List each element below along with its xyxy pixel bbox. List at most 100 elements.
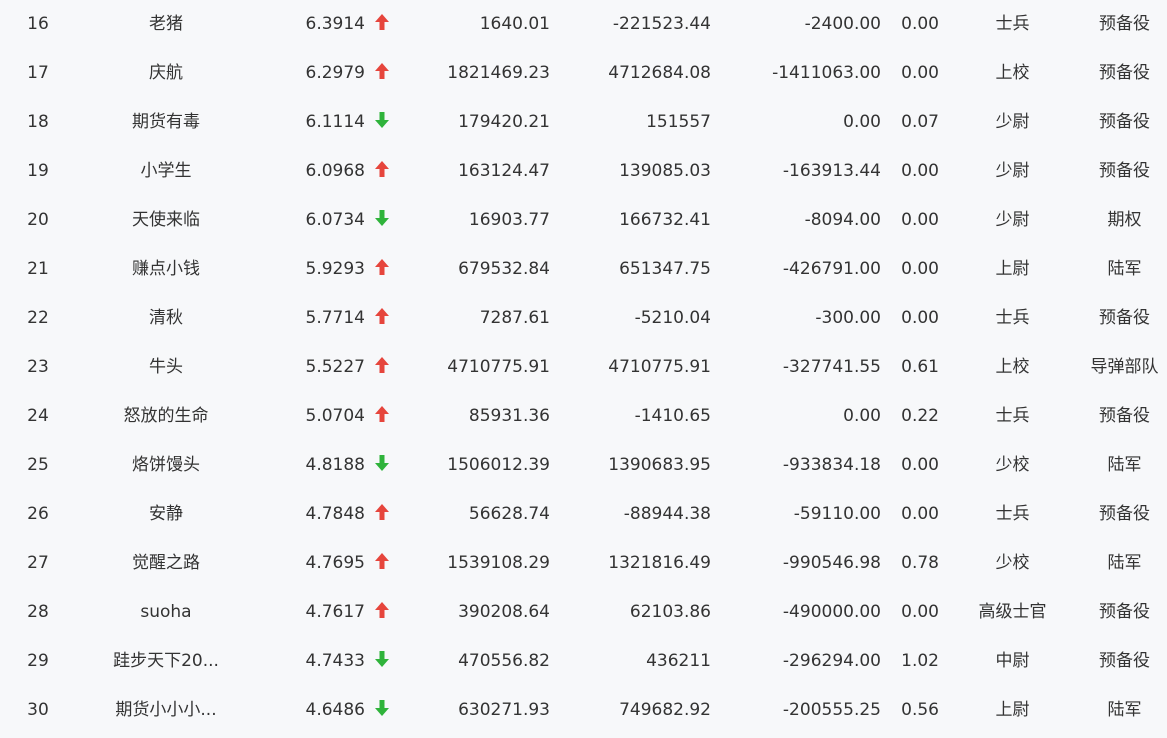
rank-cell: 17 <box>27 63 49 83</box>
value1-cell: 390208.64 <box>458 602 550 622</box>
arrow-up-icon <box>374 160 390 178</box>
trend-cell <box>372 49 392 98</box>
name-cell: 小学生 <box>140 161 192 181</box>
trend-cell <box>372 294 392 343</box>
military-rank-cell: 士兵 <box>995 406 1030 426</box>
value2-cell: -88944.38 <box>623 504 711 524</box>
value2-cell: -1410.65 <box>634 406 711 426</box>
name-cell: 期货小小小... <box>115 700 217 720</box>
value1-cell: 1506012.39 <box>447 455 550 475</box>
name-cell: 牛头 <box>149 357 183 377</box>
unit-cell: 预备役 <box>1099 651 1150 671</box>
value3-cell: -300.00 <box>815 308 881 328</box>
value4-cell: 0.00 <box>901 259 939 279</box>
trend-cell <box>372 147 392 196</box>
value4-cell: 1.02 <box>901 651 939 671</box>
military-rank-cell: 士兵 <box>995 308 1030 328</box>
value3-cell: -8094.00 <box>804 210 881 230</box>
trend-cell <box>372 539 392 588</box>
table-row[interactable]: 30 期货小小小... 4.6486 630271.93 749682.92 -… <box>0 686 1167 735</box>
rank-cell: 29 <box>27 651 49 671</box>
score-cell: 6.0968 <box>305 161 365 181</box>
arrow-up-icon <box>374 356 390 374</box>
arrow-down-icon <box>374 650 390 668</box>
military-rank-cell: 少尉 <box>995 112 1030 132</box>
value3-cell: -200555.25 <box>782 700 881 720</box>
military-rank-cell: 士兵 <box>995 504 1030 524</box>
value4-cell: 0.00 <box>901 455 939 475</box>
value2-cell: 166732.41 <box>619 210 711 230</box>
rank-cell: 20 <box>27 210 49 230</box>
table-row[interactable]: 23 牛头 5.5227 4710775.91 4710775.91 -3277… <box>0 343 1167 392</box>
trend-cell <box>372 98 392 147</box>
unit-cell: 陆军 <box>1107 553 1142 573</box>
trend-cell <box>372 343 392 392</box>
score-cell: 5.0704 <box>305 406 365 426</box>
value3-cell: -426791.00 <box>782 259 881 279</box>
table-row[interactable]: 29 跬步天下20... 4.7433 470556.82 436211 -29… <box>0 637 1167 686</box>
arrow-up-icon <box>374 552 390 570</box>
arrow-down-icon <box>374 699 390 717</box>
score-cell: 4.7695 <box>305 553 365 573</box>
value2-cell: 749682.92 <box>619 700 711 720</box>
unit-cell: 预备役 <box>1099 161 1150 181</box>
value2-cell: -221523.44 <box>612 14 711 34</box>
arrow-down-icon <box>374 209 390 227</box>
value1-cell: 56628.74 <box>468 504 550 524</box>
value4-cell: 0.07 <box>901 112 939 132</box>
value1-cell: 16903.77 <box>468 210 550 230</box>
table-row[interactable]: 28 suoha 4.7617 390208.64 62103.86 -4900… <box>0 588 1167 637</box>
score-cell: 5.5227 <box>305 357 365 377</box>
military-rank-cell: 上校 <box>995 63 1030 83</box>
value3-cell: -296294.00 <box>782 651 881 671</box>
value3-cell: -2400.00 <box>804 14 881 34</box>
military-rank-cell: 上校 <box>995 357 1030 377</box>
arrow-up-icon <box>374 307 390 325</box>
table-row[interactable]: 17 庆航 6.2979 1821469.23 4712684.08 -1411… <box>0 49 1167 98</box>
table-row[interactable]: 21 赚点小钱 5.9293 679532.84 651347.75 -4267… <box>0 245 1167 294</box>
table-row[interactable]: 26 安静 4.7848 56628.74 -88944.38 -59110.0… <box>0 490 1167 539</box>
value4-cell: 0.56 <box>901 700 939 720</box>
table-row[interactable]: 20 天使来临 6.0734 16903.77 166732.41 -8094.… <box>0 196 1167 245</box>
value4-cell: 0.00 <box>901 504 939 524</box>
military-rank-cell: 中尉 <box>995 651 1030 671</box>
value4-cell: 0.00 <box>901 308 939 328</box>
rank-cell: 30 <box>27 700 49 720</box>
table-row[interactable]: 18 期货有毒 6.1114 179420.21 151557 0.00 0.0… <box>0 98 1167 147</box>
table-row[interactable]: 19 小学生 6.0968 163124.47 139085.03 -16391… <box>0 147 1167 196</box>
arrow-up-icon <box>374 601 390 619</box>
table-row[interactable]: 16 老猪 6.3914 1640.01 -221523.44 -2400.00… <box>0 0 1167 49</box>
value3-cell: 0.00 <box>843 112 881 132</box>
unit-cell: 陆军 <box>1107 700 1142 720</box>
score-cell: 4.8188 <box>305 455 365 475</box>
value1-cell: 163124.47 <box>458 161 550 181</box>
unit-cell: 陆军 <box>1107 455 1142 475</box>
value4-cell: 0.00 <box>901 14 939 34</box>
score-cell: 6.1114 <box>305 112 365 132</box>
value3-cell: -990546.98 <box>782 553 881 573</box>
name-cell: 天使来临 <box>132 210 200 230</box>
value2-cell: 651347.75 <box>619 259 711 279</box>
value1-cell: 7287.61 <box>479 308 550 328</box>
name-cell: 清秋 <box>149 308 183 328</box>
unit-cell: 预备役 <box>1099 406 1150 426</box>
value1-cell: 679532.84 <box>458 259 550 279</box>
value4-cell: 0.61 <box>901 357 939 377</box>
value2-cell: 1390683.95 <box>608 455 711 475</box>
table-row[interactable]: 22 清秋 5.7714 7287.61 -5210.04 -300.00 0.… <box>0 294 1167 343</box>
trend-cell <box>372 490 392 539</box>
value1-cell: 1821469.23 <box>447 63 550 83</box>
unit-cell: 预备役 <box>1099 308 1150 328</box>
table-row[interactable]: 25 烙饼馒头 4.8188 1506012.39 1390683.95 -93… <box>0 441 1167 490</box>
arrow-up-icon <box>374 503 390 521</box>
value2-cell: 436211 <box>646 651 711 671</box>
name-cell: 怒放的生命 <box>123 406 209 426</box>
value3-cell: -933834.18 <box>782 455 881 475</box>
value4-cell: 0.78 <box>901 553 939 573</box>
name-cell: 庆航 <box>149 63 183 83</box>
ranking-table: 16 老猪 6.3914 1640.01 -221523.44 -2400.00… <box>0 0 1167 735</box>
table-row[interactable]: 27 觉醒之路 4.7695 1539108.29 1321816.49 -99… <box>0 539 1167 588</box>
score-cell: 6.3914 <box>305 14 365 34</box>
unit-cell: 预备役 <box>1099 504 1150 524</box>
table-row[interactable]: 24 怒放的生命 5.0704 85931.36 -1410.65 0.00 0… <box>0 392 1167 441</box>
